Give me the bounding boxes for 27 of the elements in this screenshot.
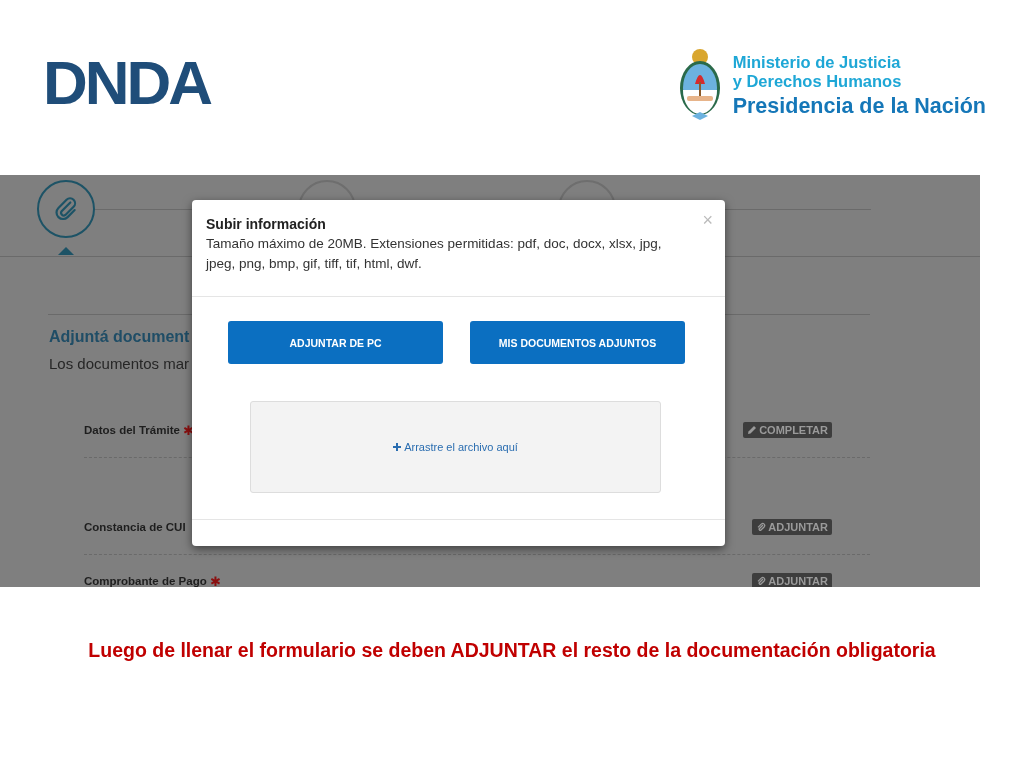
action-button[interactable]: COMPLETAR [743, 422, 832, 438]
presidency-name: Presidencia de la Nación [732, 92, 986, 120]
ministry-name: Ministerio de Justicia [732, 52, 902, 72]
pencil-icon [747, 425, 758, 435]
document-label: Datos del Trámite [84, 424, 180, 436]
paperclip-icon [53, 196, 79, 222]
action-button[interactable]: ADJUNTAR [752, 519, 832, 535]
plus-icon [393, 443, 402, 451]
required-mark: ✱ [209, 573, 221, 587]
action-button[interactable]: ADJUNTAR [752, 573, 832, 587]
paperclip-icon [756, 522, 767, 532]
dialog-description: Tamaño máximo de 20MB. Extensiones permitidas: pdf, doc, docx, xlsx, jpg, jpeg, png, bmp, gif, tiff, tif, html, dwf. [206, 235, 663, 273]
document-label: Constancia de CUI [84, 521, 186, 533]
section-text: Los documentos mar [49, 355, 190, 372]
close-button[interactable]: × [702, 210, 713, 231]
dialog-title: Subir información [206, 215, 326, 234]
document-label: Comprobante de Pago [84, 575, 207, 587]
caption: Luego de llenar el formulario se deben ADJUNTAR el resto de la documentación obligatoria [87, 639, 937, 662]
ministry-name: y Derechos Humanos [732, 71, 903, 91]
step-circle[interactable] [37, 180, 95, 238]
section-title: Adjuntá document [49, 328, 190, 346]
paperclip-icon [756, 576, 767, 586]
upload-button[interactable]: ADJUNTAR DE PC [228, 321, 443, 364]
logo-text: DNDA [43, 52, 211, 114]
upload-button[interactable]: MIS DOCUMENTOS ADJUNTOS [470, 321, 685, 364]
drop-zone-text: Arrastre el archivo aquí [404, 441, 518, 453]
drop-zone[interactable]: Arrastre el archivo aquí [250, 401, 661, 493]
